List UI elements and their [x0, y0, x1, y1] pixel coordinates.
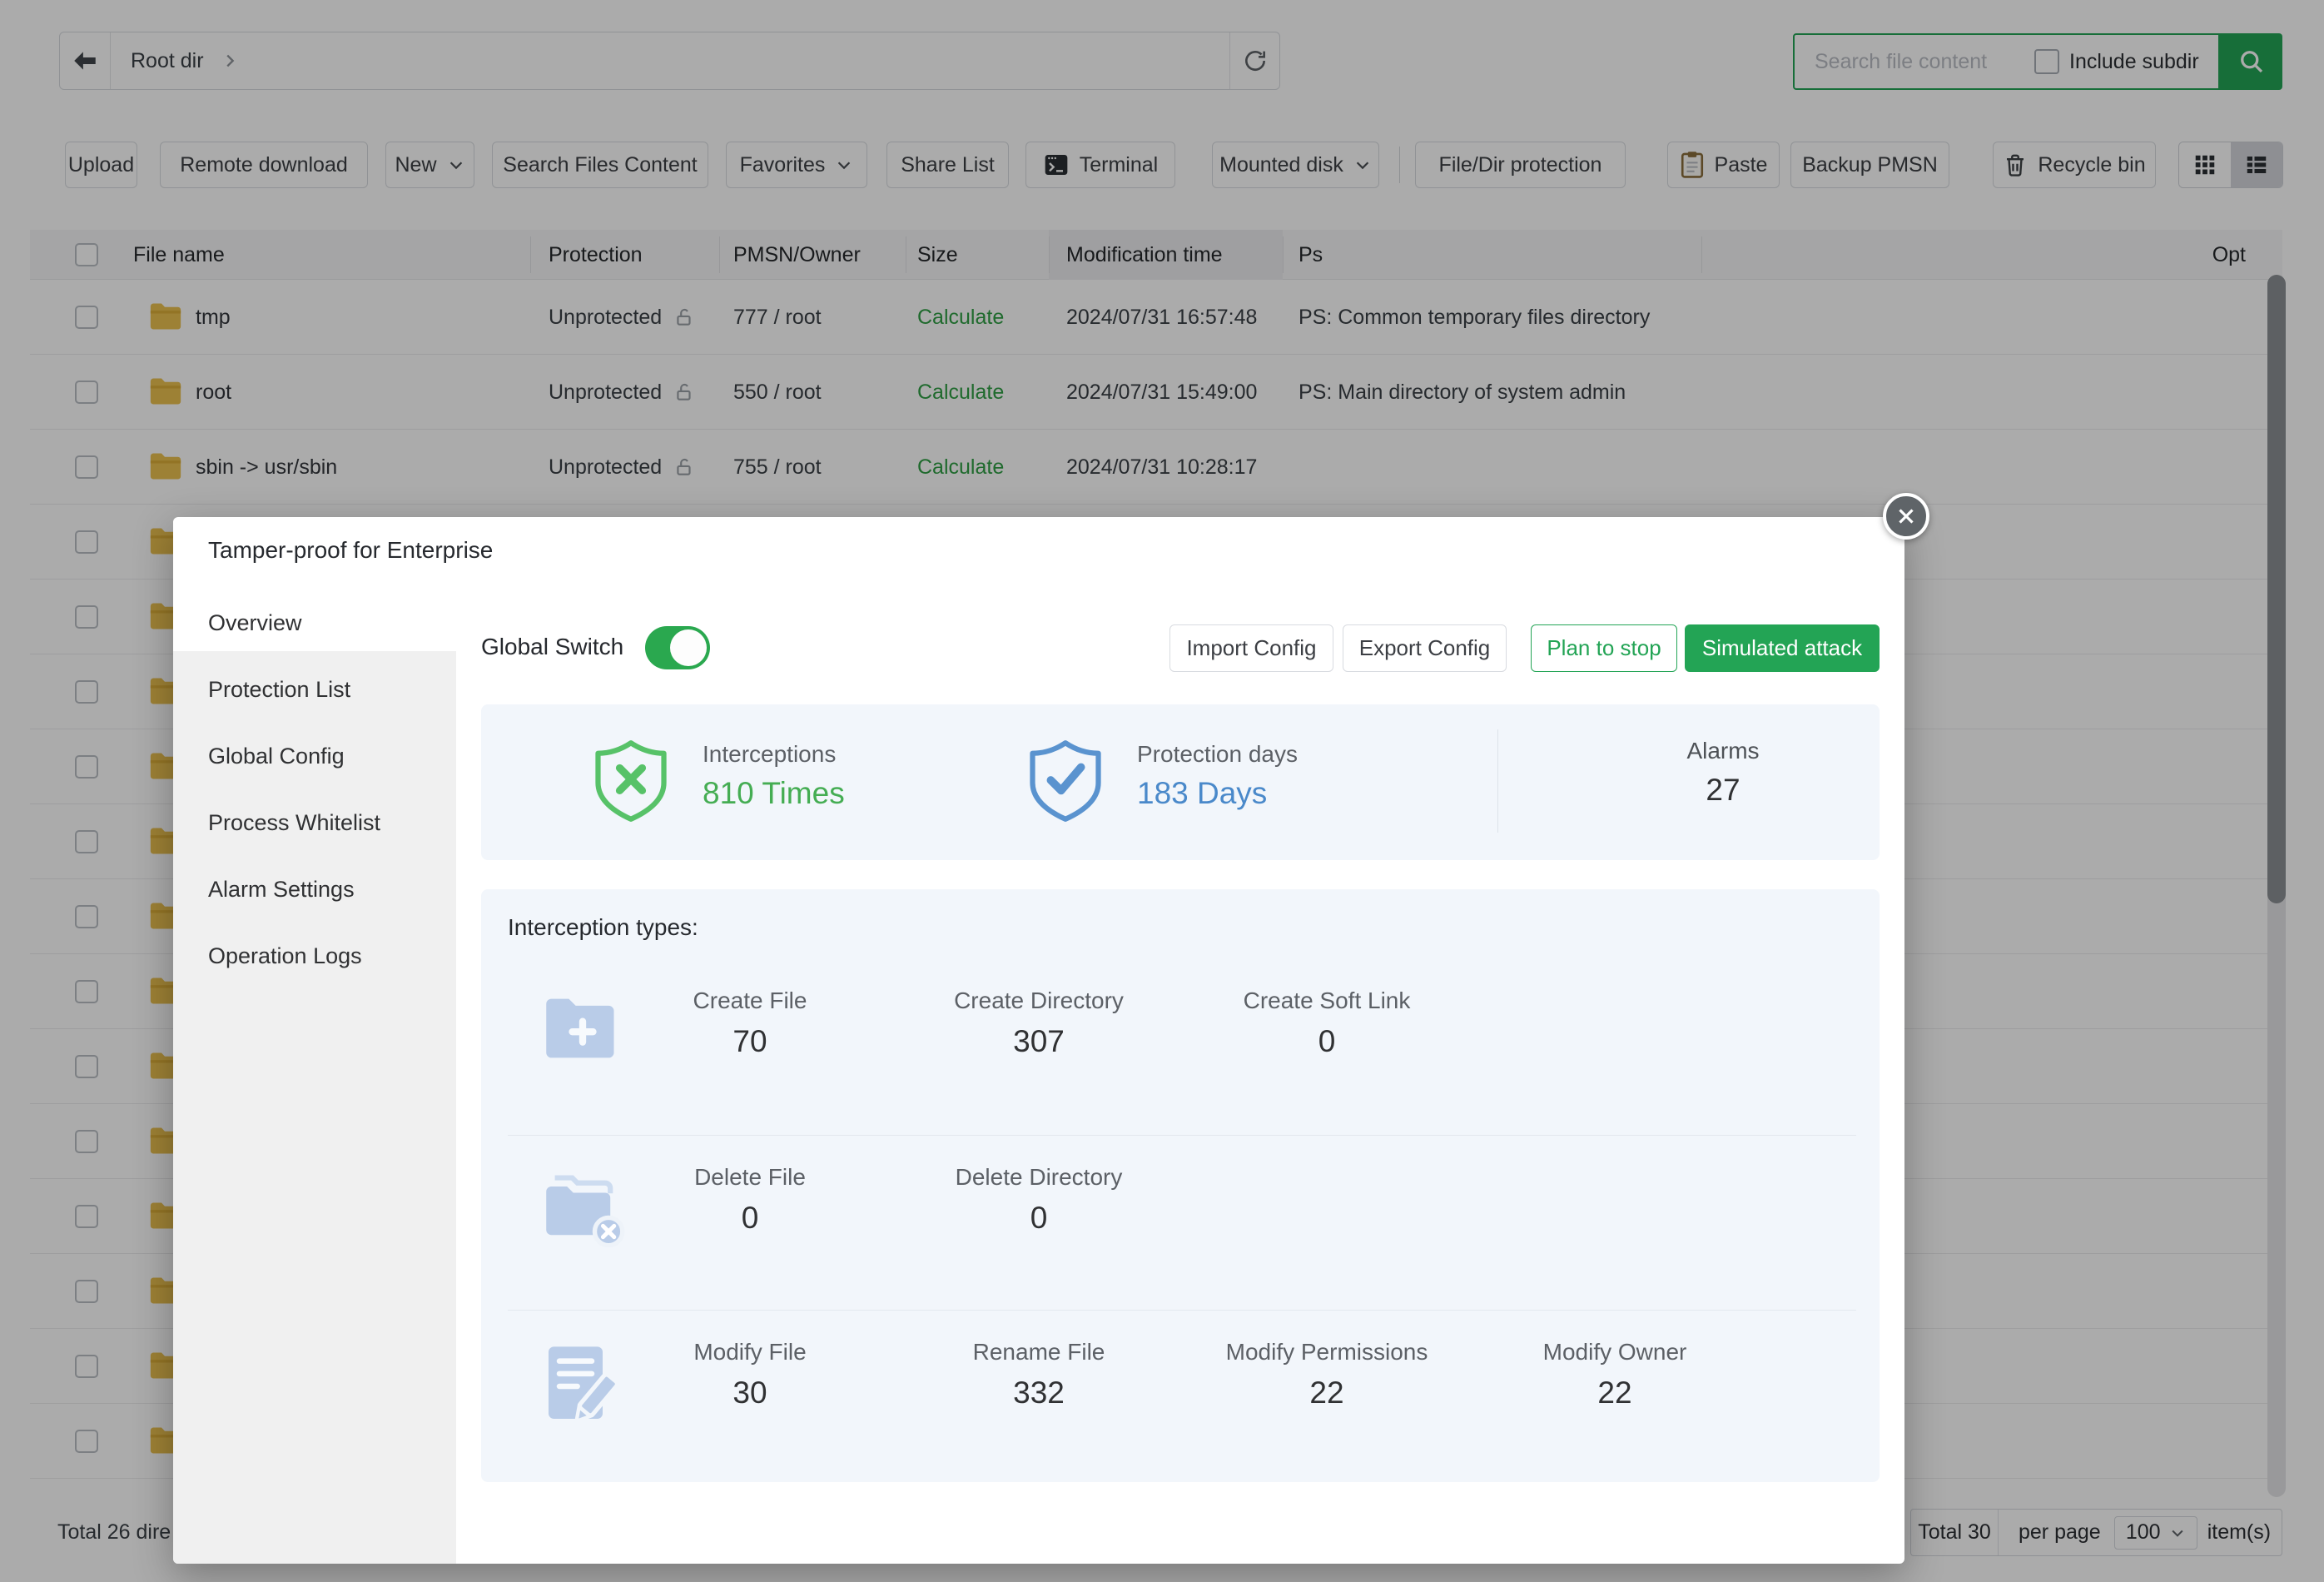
- tab-global-config[interactable]: Global Config: [173, 728, 456, 784]
- tamper-proof-modal: Tamper-proof for Enterprise Overview Pro…: [173, 517, 1904, 1564]
- close-icon: [1894, 504, 1919, 529]
- simulated-attack-button[interactable]: Simulated attack: [1685, 624, 1880, 672]
- interceptions-value: 810 Times: [703, 776, 845, 811]
- toggle-knob: [670, 629, 707, 666]
- tab-operation-logs[interactable]: Operation Logs: [173, 928, 456, 984]
- tab-protection-list[interactable]: Protection List: [173, 661, 456, 718]
- close-button[interactable]: [1883, 493, 1929, 540]
- interceptions-label: Interceptions: [703, 741, 845, 768]
- type-stat: Delete Directory 0: [914, 1164, 1164, 1236]
- alarms-stat: Alarms 27: [1598, 738, 1848, 808]
- tab-alarm-settings[interactable]: Alarm Settings: [173, 861, 456, 918]
- plan-to-stop-button[interactable]: Plan to stop: [1531, 624, 1677, 672]
- protection-days-stat: Protection days 183 Days: [1137, 741, 1298, 811]
- type-stat: Create File 70: [625, 988, 875, 1059]
- global-switch-toggle[interactable]: [645, 626, 710, 669]
- import-config-button[interactable]: Import Config: [1169, 624, 1333, 672]
- row-divider: [508, 1135, 1856, 1136]
- tab-process-whitelist[interactable]: Process Whitelist: [173, 794, 456, 851]
- stats-divider: [1497, 729, 1498, 833]
- type-stat: Delete File 0: [625, 1164, 875, 1236]
- type-stat: Modify File 30: [625, 1339, 875, 1410]
- protection-days-value: 183 Days: [1137, 776, 1298, 811]
- shield-x-icon: [589, 738, 673, 824]
- alarms-value: 27: [1598, 773, 1848, 808]
- folder-plus-icon: [541, 991, 624, 1066]
- type-stat: Modify Permissions 22: [1202, 1339, 1452, 1410]
- shield-check-icon: [1024, 738, 1107, 824]
- row-divider: [508, 1310, 1856, 1311]
- interception-types-title: Interception types:: [508, 914, 698, 941]
- tab-overview[interactable]: Overview: [173, 594, 456, 651]
- type-stat: Create Soft Link 0: [1202, 988, 1452, 1059]
- global-switch-label: Global Switch: [481, 624, 623, 670]
- export-config-button[interactable]: Export Config: [1343, 624, 1507, 672]
- stats-card: Interceptions 810 Times Protection days …: [481, 704, 1880, 860]
- modal-sidebar: Overview Protection List Global Config P…: [173, 594, 456, 1564]
- interceptions-stat: Interceptions 810 Times: [703, 741, 845, 811]
- type-stat: Rename File 332: [914, 1339, 1164, 1410]
- file-edit-icon: [541, 1343, 621, 1430]
- type-stat: Modify Owner 22: [1490, 1339, 1740, 1410]
- protection-days-label: Protection days: [1137, 741, 1298, 768]
- interception-types-card: Interception types: Create File 70 Creat…: [481, 889, 1880, 1482]
- folder-delete-icon: [541, 1171, 628, 1247]
- type-stat: Create Directory 307: [914, 988, 1164, 1059]
- alarms-label: Alarms: [1598, 738, 1848, 764]
- modal-title: Tamper-proof for Enterprise: [208, 537, 493, 564]
